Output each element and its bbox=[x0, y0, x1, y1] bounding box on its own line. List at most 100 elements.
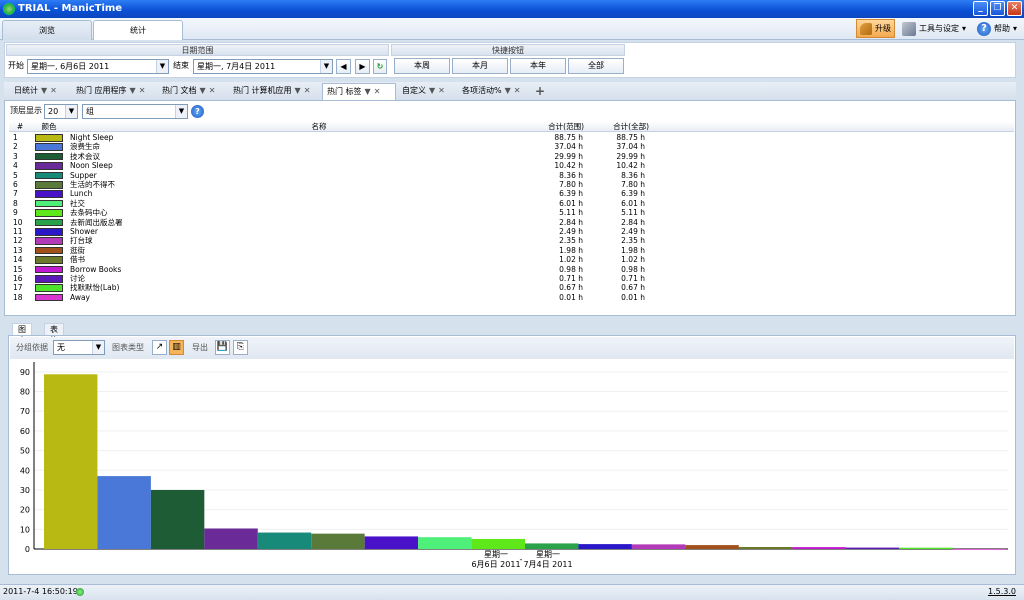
chevron-down-icon[interactable]: ▼ bbox=[320, 60, 332, 73]
bar[interactable] bbox=[685, 545, 739, 549]
column-total-all[interactable]: 合计(全部) bbox=[569, 121, 649, 132]
tab-top-computer-usage[interactable]: 热门 计算机应用 ▼ ✕ bbox=[229, 83, 310, 100]
table-row[interactable]: 11 Shower 2.49 h 2.49 h bbox=[9, 227, 649, 236]
tools-settings-button[interactable]: 工具与设定 ▾ bbox=[898, 19, 970, 38]
table-row[interactable]: 8 社交 6.01 h 6.01 h bbox=[9, 199, 649, 208]
table-row[interactable]: 5 Supper 8.36 h 8.36 h bbox=[9, 171, 649, 180]
color-swatch[interactable] bbox=[35, 171, 63, 180]
bar[interactable] bbox=[44, 374, 98, 549]
bar[interactable] bbox=[97, 476, 151, 549]
bar[interactable] bbox=[311, 533, 365, 549]
save-icon[interactable]: 💾 bbox=[215, 340, 230, 355]
bar[interactable] bbox=[525, 543, 579, 549]
bar[interactable] bbox=[257, 532, 312, 549]
color-swatch[interactable] bbox=[35, 209, 63, 217]
close-icon[interactable]: ✕ bbox=[209, 86, 216, 95]
close-icon[interactable]: ✕ bbox=[438, 86, 445, 95]
chevron-down-icon[interactable]: ▼ bbox=[175, 105, 187, 118]
group-select[interactable]: 组 ▼ bbox=[82, 104, 188, 119]
color-swatch[interactable] bbox=[35, 143, 63, 151]
this-month-button[interactable]: 本月 bbox=[452, 58, 508, 74]
table-row[interactable]: 14 借书 1.02 h 1.02 h bbox=[9, 255, 649, 264]
dropdown-icon[interactable]: ▼ bbox=[41, 86, 47, 95]
line-chart-icon[interactable]: ↗ bbox=[152, 340, 167, 355]
close-icon[interactable]: ✕ bbox=[514, 86, 521, 95]
tab-top-documents[interactable]: 热门 文档 ▼ ✕ bbox=[158, 83, 215, 100]
color-swatch[interactable] bbox=[35, 256, 63, 264]
this-week-button[interactable]: 本周 bbox=[394, 58, 450, 74]
tab-custom[interactable]: 自定义 ▼ ✕ bbox=[398, 83, 445, 100]
help-icon[interactable]: ? bbox=[191, 105, 204, 118]
bar[interactable] bbox=[578, 544, 632, 549]
color-swatch[interactable] bbox=[35, 275, 63, 283]
column-name[interactable]: 名称 bbox=[69, 121, 569, 132]
dropdown-icon[interactable]: ▼ bbox=[505, 86, 511, 95]
table-row[interactable]: 1 Night Sleep 88.75 h 88.75 h bbox=[9, 133, 649, 142]
top-count-select[interactable]: 20 ▼ bbox=[44, 104, 78, 119]
table-row[interactable]: 17 找默默怡(Lab) 0.67 h 0.67 h bbox=[9, 283, 649, 292]
table-row[interactable]: 3 技术会议 29.99 h 29.99 h bbox=[9, 152, 649, 161]
add-tab-button[interactable]: + bbox=[531, 83, 545, 100]
bar[interactable] bbox=[792, 547, 846, 549]
column-color[interactable]: 颜色 bbox=[31, 121, 67, 132]
tab-chart[interactable]: 图表 bbox=[12, 323, 32, 345]
table-row[interactable]: 2 浪费生命 37.04 h 37.04 h bbox=[9, 142, 649, 151]
column-num[interactable]: # bbox=[13, 121, 27, 132]
color-swatch[interactable] bbox=[35, 162, 63, 170]
dropdown-icon[interactable]: ▼ bbox=[295, 86, 301, 95]
color-swatch[interactable] bbox=[35, 190, 63, 198]
tab-browse[interactable]: 浏览 bbox=[2, 20, 92, 40]
color-swatch[interactable] bbox=[35, 134, 63, 142]
copy-icon[interactable]: ⎘ bbox=[233, 340, 248, 355]
color-swatch[interactable] bbox=[35, 293, 63, 302]
close-icon[interactable]: ✕ bbox=[374, 87, 381, 96]
color-swatch[interactable] bbox=[35, 181, 63, 189]
bar[interactable] bbox=[418, 537, 472, 549]
tab-daily-stats[interactable]: 日统计 ▼ ✕ bbox=[10, 83, 57, 100]
bar[interactable] bbox=[899, 547, 953, 549]
table-row[interactable]: 16 讨论 0.71 h 0.71 h bbox=[9, 274, 649, 283]
maximize-button[interactable]: ❐ bbox=[990, 1, 1005, 16]
bar[interactable] bbox=[631, 544, 686, 549]
bar[interactable] bbox=[204, 528, 258, 549]
dropdown-icon[interactable]: ▼ bbox=[130, 86, 136, 95]
all-button[interactable]: 全部 bbox=[568, 58, 624, 74]
this-year-button[interactable]: 本年 bbox=[510, 58, 566, 74]
bar[interactable] bbox=[471, 538, 525, 549]
upgrade-button[interactable]: 升级 bbox=[855, 19, 895, 38]
table-row[interactable]: 4 Noon Sleep 10.42 h 10.42 h bbox=[9, 161, 649, 170]
bar[interactable] bbox=[845, 547, 900, 549]
minimize-button[interactable]: _ bbox=[973, 1, 988, 16]
next-range-button[interactable]: ▶ bbox=[355, 59, 370, 74]
close-icon[interactable]: ✕ bbox=[50, 86, 57, 95]
bar-chart-icon[interactable]: ▥ bbox=[169, 340, 184, 355]
prev-range-button[interactable]: ◀ bbox=[336, 59, 351, 74]
tab-table[interactable]: 表格 bbox=[44, 323, 64, 345]
chevron-down-icon[interactable]: ▼ bbox=[92, 341, 104, 354]
color-swatch[interactable] bbox=[35, 152, 63, 161]
dropdown-icon[interactable]: ▼ bbox=[429, 86, 435, 95]
bar[interactable] bbox=[952, 548, 1006, 550]
table-row[interactable]: 15 Borrow Books 0.98 h 0.98 h bbox=[9, 265, 649, 274]
color-swatch[interactable] bbox=[35, 199, 63, 208]
table-row[interactable]: 10 去新闻出版总署 2.84 h 2.84 h bbox=[9, 218, 649, 227]
chevron-down-icon[interactable]: ▼ bbox=[65, 105, 77, 118]
dropdown-icon[interactable]: ▼ bbox=[365, 87, 371, 96]
refresh-button[interactable]: ↻ bbox=[373, 59, 387, 74]
dropdown-icon[interactable]: ▼ bbox=[200, 86, 206, 95]
color-swatch[interactable] bbox=[35, 246, 63, 255]
close-button[interactable]: ✕ bbox=[1007, 1, 1022, 16]
tab-activity-percent[interactable]: 各项活动% ▼ ✕ bbox=[458, 83, 520, 100]
end-date-picker[interactable]: 星期一, 7月4日 2011 ▼ bbox=[193, 59, 333, 74]
group-by-select[interactable]: 无 ▼ bbox=[53, 340, 105, 355]
tab-statistics[interactable]: 统计 bbox=[93, 20, 183, 40]
color-swatch[interactable] bbox=[35, 237, 63, 245]
tab-top-applications[interactable]: 热门 应用程序 ▼ ✕ bbox=[72, 83, 145, 100]
color-swatch[interactable] bbox=[35, 228, 63, 236]
tab-top-tags[interactable]: 热门 标签 ▼ ✕ bbox=[322, 83, 396, 100]
table-row[interactable]: 12 打台球 2.35 h 2.35 h bbox=[9, 236, 649, 245]
color-swatch[interactable] bbox=[35, 284, 63, 292]
close-icon[interactable]: ✕ bbox=[139, 86, 146, 95]
table-row[interactable]: 18 Away 0.01 h 0.01 h bbox=[9, 293, 649, 302]
close-icon[interactable]: ✕ bbox=[304, 86, 311, 95]
